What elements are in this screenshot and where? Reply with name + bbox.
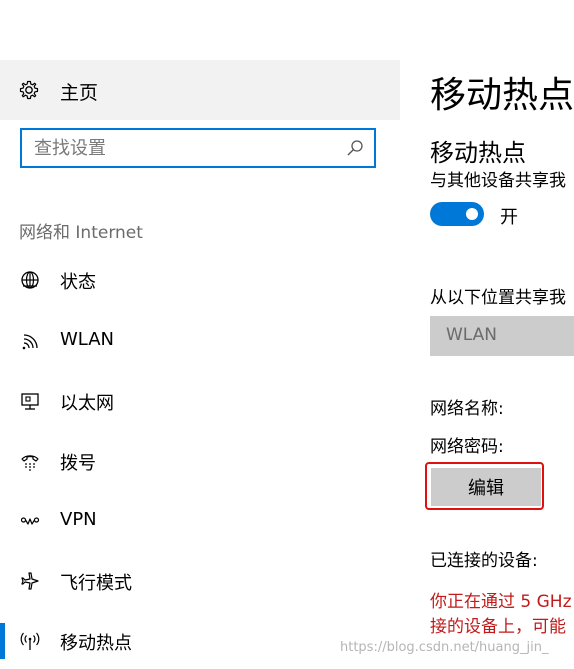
sidebar-item-label: 移动热点: [60, 633, 132, 654]
wifi-icon: [22, 334, 38, 350]
vpn-icon: [20, 517, 40, 525]
airplane-icon: [21, 572, 39, 590]
sidebar-item-label: 状态: [60, 272, 96, 293]
warning-text-line1: 你正在通过 5 GHz: [430, 592, 572, 612]
section-header: 网络和 Internet: [19, 223, 143, 243]
sidebar: 主页 网络和 Internet 状态 WLAN: [0, 0, 400, 665]
page-title: 移动热点: [430, 75, 574, 116]
sidebar-item-label: VPN: [60, 509, 97, 530]
section-title: 移动热点: [430, 139, 526, 167]
sidebar-item-vpn[interactable]: VPN: [0, 493, 400, 549]
edit-button[interactable]: 编辑: [431, 468, 541, 506]
network-password-label: 网络密码:: [430, 437, 504, 457]
search-icon[interactable]: [346, 139, 364, 157]
search-input[interactable]: [34, 136, 334, 160]
sidebar-item-label: 飞行模式: [60, 573, 132, 594]
sidebar-item-status[interactable]: 状态: [0, 252, 400, 308]
connected-devices-label: 已连接的设备:: [430, 551, 538, 571]
sidebar-item-dialup[interactable]: 拨号: [0, 433, 400, 489]
main-content: 移动热点 移动热点 与其他设备共享我 开 从以下位置共享我 WLAN 网络名称:…: [400, 0, 574, 665]
share-from-select[interactable]: WLAN: [430, 316, 574, 356]
toggle-state-label: 开: [500, 207, 518, 228]
dialup-icon: [21, 455, 39, 471]
ethernet-icon: [21, 393, 39, 410]
sidebar-item-airplane-mode[interactable]: 飞行模式: [0, 553, 400, 609]
toggle-knob: [466, 208, 478, 220]
watermark: https://blog.csdn.net/huang_jin_: [340, 640, 549, 655]
network-name-label: 网络名称:: [430, 399, 504, 419]
sidebar-item-label: 以太网: [60, 393, 114, 414]
sidebar-item-wlan[interactable]: WLAN: [0, 313, 400, 369]
sidebar-item-home[interactable]: 主页: [0, 60, 400, 120]
search-box[interactable]: [20, 128, 376, 168]
globe-icon: [21, 271, 39, 289]
hotspot-toggle[interactable]: [430, 202, 484, 226]
sidebar-item-label: 拨号: [60, 453, 96, 474]
sidebar-item-label: WLAN: [60, 329, 115, 350]
warning-text-line2: 接的设备上，可能: [430, 617, 566, 637]
hotspot-icon: [20, 632, 40, 650]
sidebar-item-ethernet[interactable]: 以太网: [0, 373, 400, 429]
gear-icon: [19, 80, 39, 100]
share-from-label: 从以下位置共享我: [430, 288, 566, 308]
select-value: WLAN: [446, 325, 498, 345]
active-indicator: [0, 623, 5, 659]
section-description: 与其他设备共享我: [430, 171, 566, 191]
sidebar-item-label: 主页: [60, 82, 99, 104]
